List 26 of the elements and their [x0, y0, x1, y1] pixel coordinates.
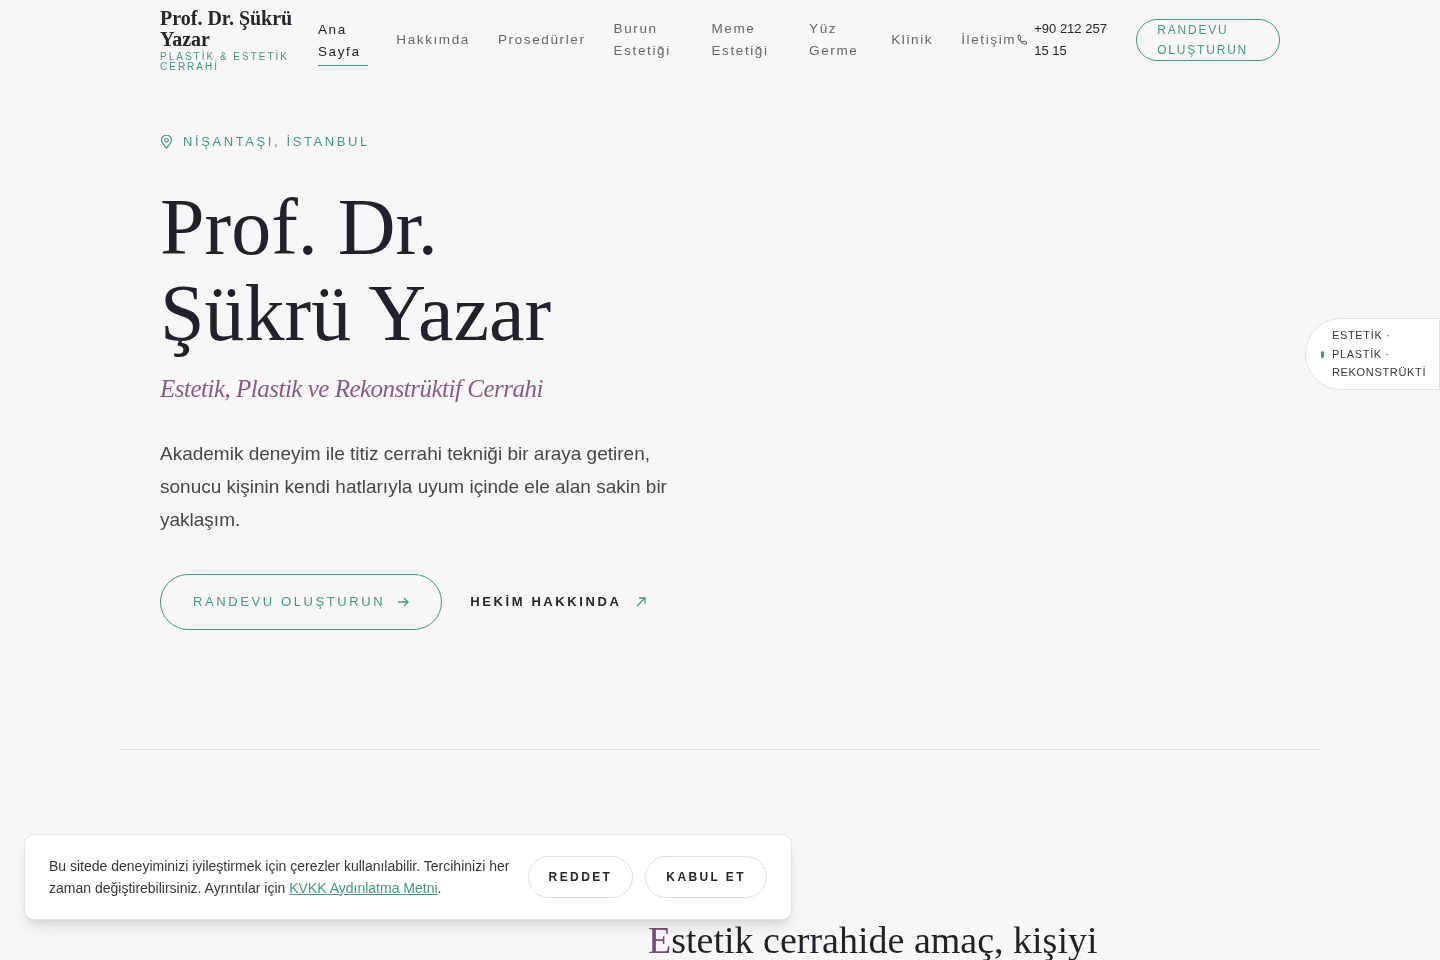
about-doctor-link[interactable]: HEKİM HAKKINDA [470, 592, 646, 612]
nav-link[interactable]: İletişim [961, 29, 1017, 51]
hero-title: Şükrü Yazar [160, 269, 552, 356]
arrow-right-icon [397, 596, 410, 608]
specialties-text: ESTETİK · PLASTİK · REKONSTRÜKTİ [1332, 328, 1427, 381]
privacy-notice-link[interactable]: KVKK Aydınlatma Metni [289, 880, 438, 896]
phone-number[interactable]: +90 212 257 15 15 [1034, 18, 1125, 62]
location-pin-icon [160, 134, 173, 149]
nav-link[interactable]: Prosedürler [498, 29, 586, 51]
cookie-message: Bu sitede deneyiminizi iyileştirmek için çerezler kullanılabilir. Tercihinizi her zaman değiştirebilirsiniz. Ayrıntılar için KVKK Aydınlatma Metni. [49, 857, 511, 898]
nav-link[interactable]: Ana Sayfa [318, 18, 369, 66]
nav-link[interactable]: Hakkımda [396, 29, 470, 51]
nav-link[interactable]: Burun Estetiği [613, 18, 684, 62]
hero-subtitle: Estetik, Plastik ve Rekonstrüktif Cerrahi [160, 373, 543, 404]
nav-link[interactable]: Klinik [891, 29, 934, 51]
arrow-up-right-icon [635, 597, 646, 607]
nav-link[interactable]: Meme Estetiği [711, 18, 782, 62]
location-label: NİŞANTAŞI, İSTANBUL [183, 133, 370, 151]
nav-link[interactable]: Yüz Germe [809, 18, 864, 62]
brand-name[interactable]: Prof. Dr. Şükrü Yazar [160, 8, 318, 50]
reject-button[interactable]: REDDET [527, 856, 634, 898]
brand-tagline: PLASTİK & ESTETİK CERRAHİ [160, 52, 291, 72]
hero-title: Prof. Dr. [160, 183, 438, 270]
hero-description: Akademik deneyim ile titiz cerrahi tekniği bir araya getiren, sonucu kişinin kendi hatlarıyla uyum içinde ele alan sakin bir yaklaşım. [160, 442, 668, 532]
phone-icon [1016, 34, 1029, 46]
accept-button[interactable]: KABUL ET [645, 856, 767, 898]
